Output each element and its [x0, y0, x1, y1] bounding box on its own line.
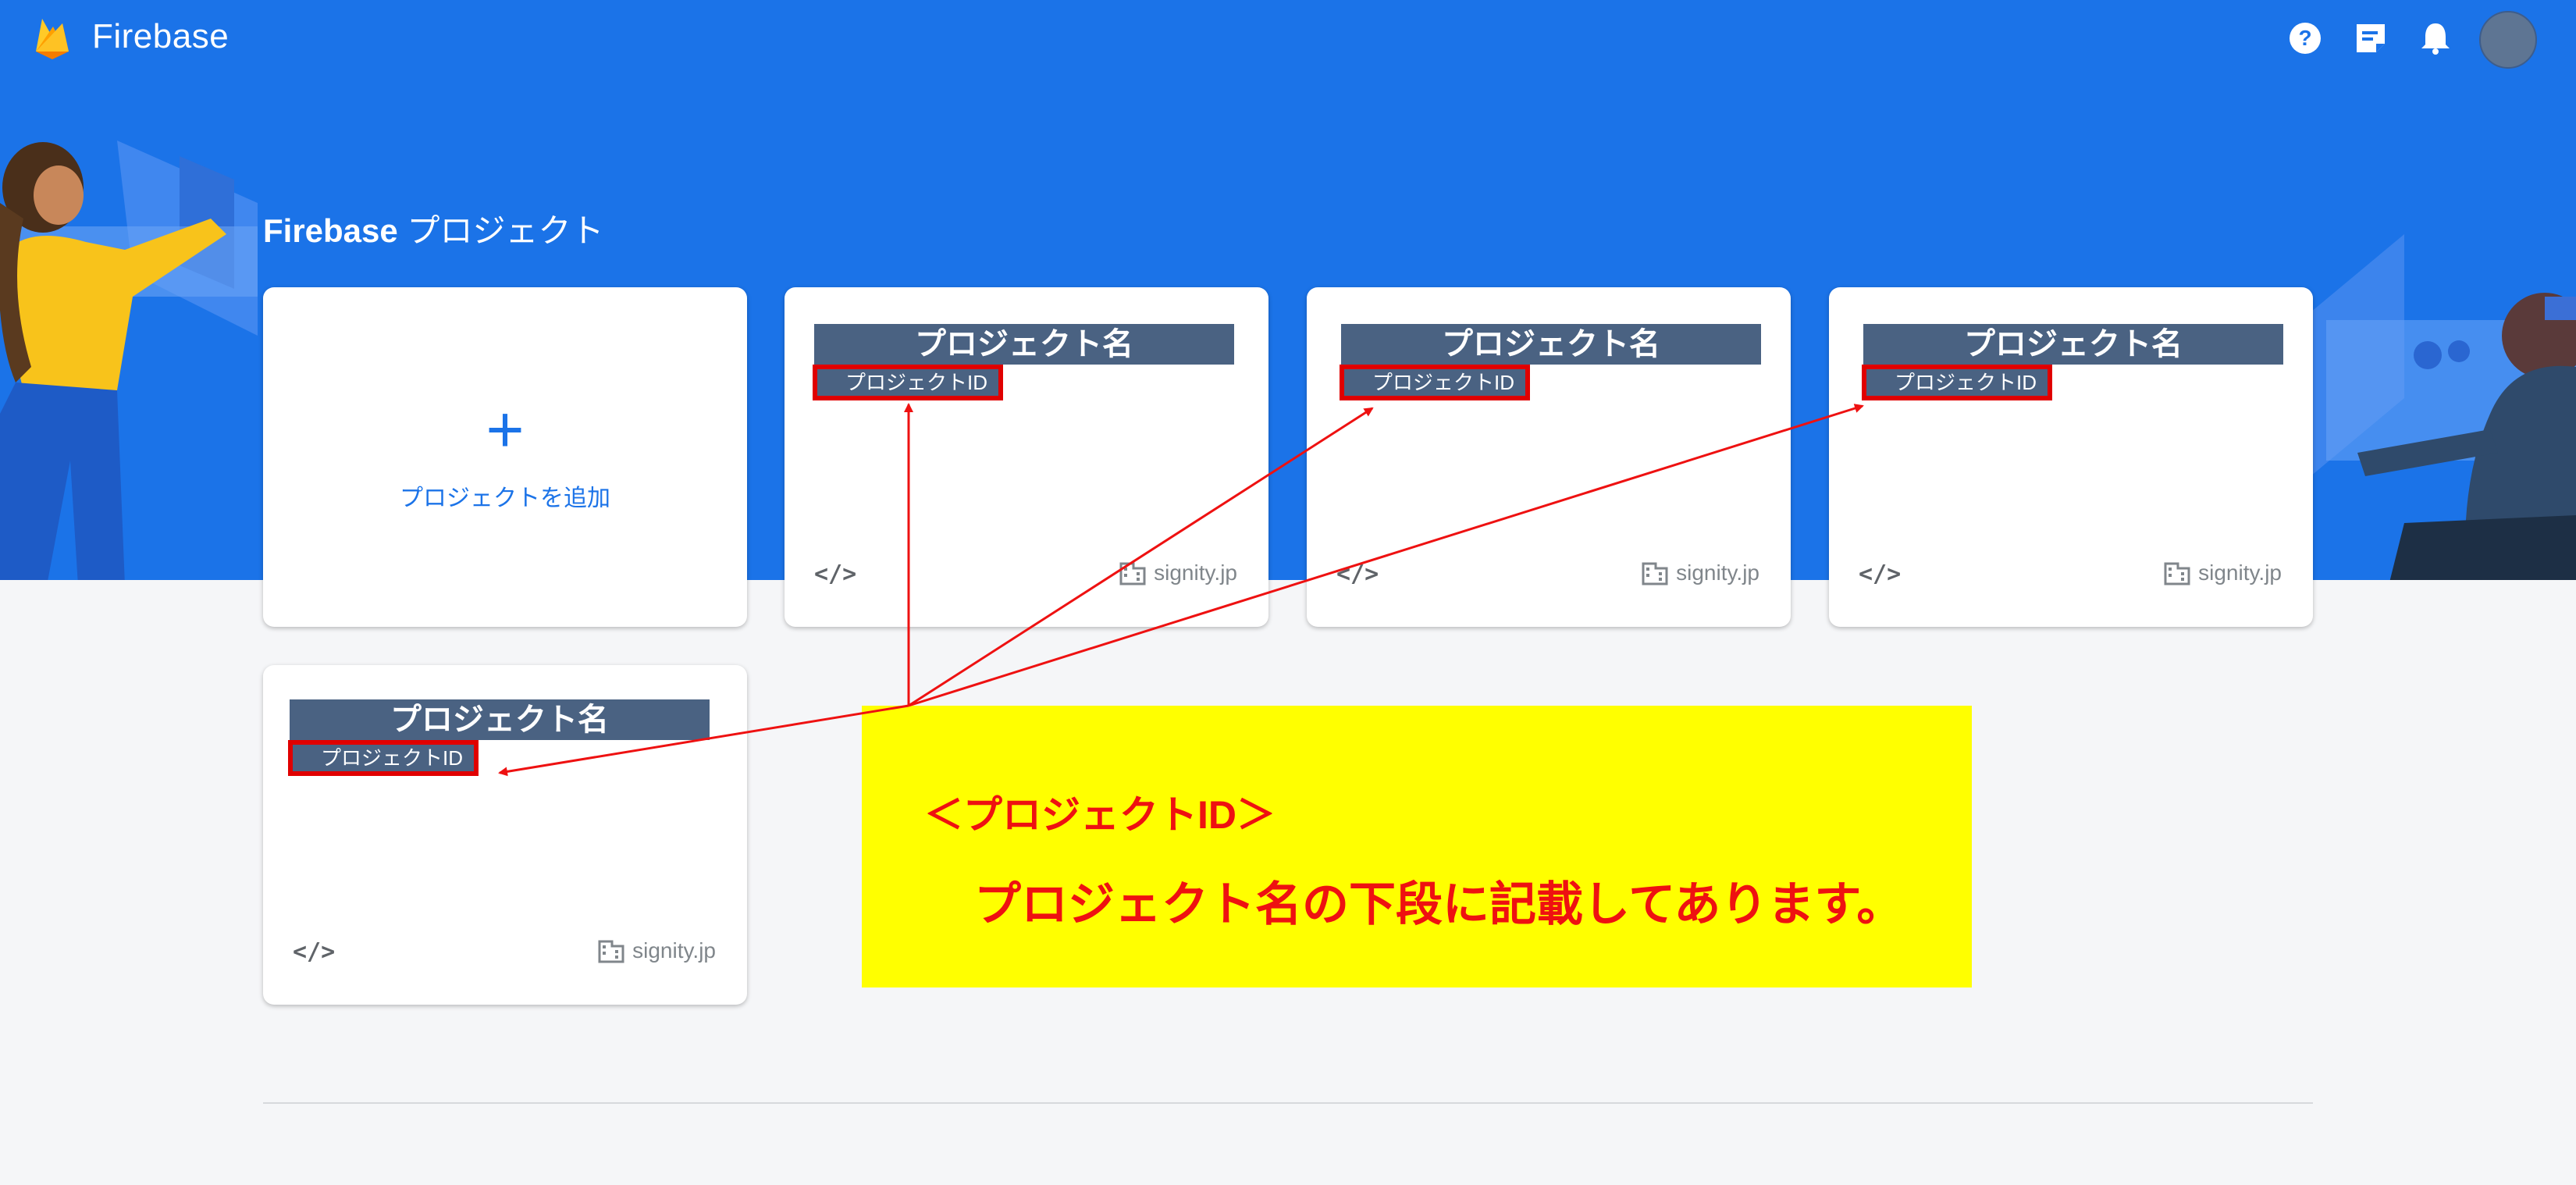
firebase-flame-icon[interactable] [33, 16, 72, 61]
add-project-label: プロジェクトを追加 [400, 486, 610, 511]
annotation-body: プロジェクト名の下段に記載してあります。 [974, 878, 1904, 931]
project-domain: signity.jp [1119, 560, 1237, 585]
domain-label: signity.jp [632, 938, 716, 963]
page-title-suffix: プロジェクト [407, 212, 604, 249]
project-card[interactable]: プロジェクト名 プロジェクトID </> signity.jp [263, 665, 747, 1005]
building-icon [1119, 562, 1146, 585]
app-brand-name[interactable]: Firebase [92, 17, 229, 56]
svg-text:?: ? [2298, 26, 2311, 50]
project-id: プロジェクトID [1862, 365, 2052, 400]
domain-label: signity.jp [1154, 560, 1237, 585]
building-icon [2164, 562, 2190, 585]
annotation-callout: ＜プロジェクトID＞ プロジェクト名の下段に記載してあります。 [862, 706, 1972, 988]
project-name: プロジェクト名 [814, 324, 1234, 365]
project-card[interactable]: プロジェクト名 プロジェクトID </> signity.jp [1829, 287, 2313, 627]
project-id: プロジェクトID [288, 740, 479, 776]
add-project-card[interactable]: + プロジェクトを追加 [263, 287, 747, 627]
project-id: プロジェクトID [1340, 365, 1530, 400]
top-app-bar: Firebase ? [0, 0, 2576, 78]
account-avatar[interactable] [2479, 11, 2537, 69]
project-card[interactable]: プロジェクト名 プロジェクトID </> signity.jp [1307, 287, 1791, 627]
code-icon: </> [1859, 560, 1902, 588]
divider [263, 1102, 2313, 1104]
project-name: プロジェクト名 [1863, 324, 2283, 365]
project-id: プロジェクトID [813, 365, 1003, 400]
add-icon: + [486, 393, 525, 466]
project-card[interactable]: プロジェクト名 プロジェクトID </> signity.jp [785, 287, 1268, 627]
illustration-man [2311, 234, 2576, 580]
illustration-woman [0, 141, 258, 580]
notes-icon[interactable] [2353, 20, 2389, 56]
project-name: プロジェクト名 [1341, 324, 1761, 365]
page-title: Firebase プロジェクト [263, 205, 603, 252]
page-title-brand: Firebase [263, 212, 398, 249]
building-icon [1642, 562, 1668, 585]
annotation-title: ＜プロジェクトID＞ [924, 793, 1276, 837]
code-icon: </> [814, 560, 857, 588]
help-icon[interactable]: ? [2287, 20, 2323, 56]
project-name: プロジェクト名 [290, 699, 710, 740]
project-domain: signity.jp [598, 938, 716, 963]
project-domain: signity.jp [1642, 560, 1759, 585]
building-icon [598, 940, 624, 963]
notifications-bell-icon[interactable] [2418, 20, 2453, 56]
project-domain: signity.jp [2164, 560, 2282, 585]
code-icon: </> [1336, 560, 1379, 588]
domain-label: signity.jp [2198, 560, 2282, 585]
code-icon: </> [293, 938, 336, 966]
domain-label: signity.jp [1676, 560, 1759, 585]
